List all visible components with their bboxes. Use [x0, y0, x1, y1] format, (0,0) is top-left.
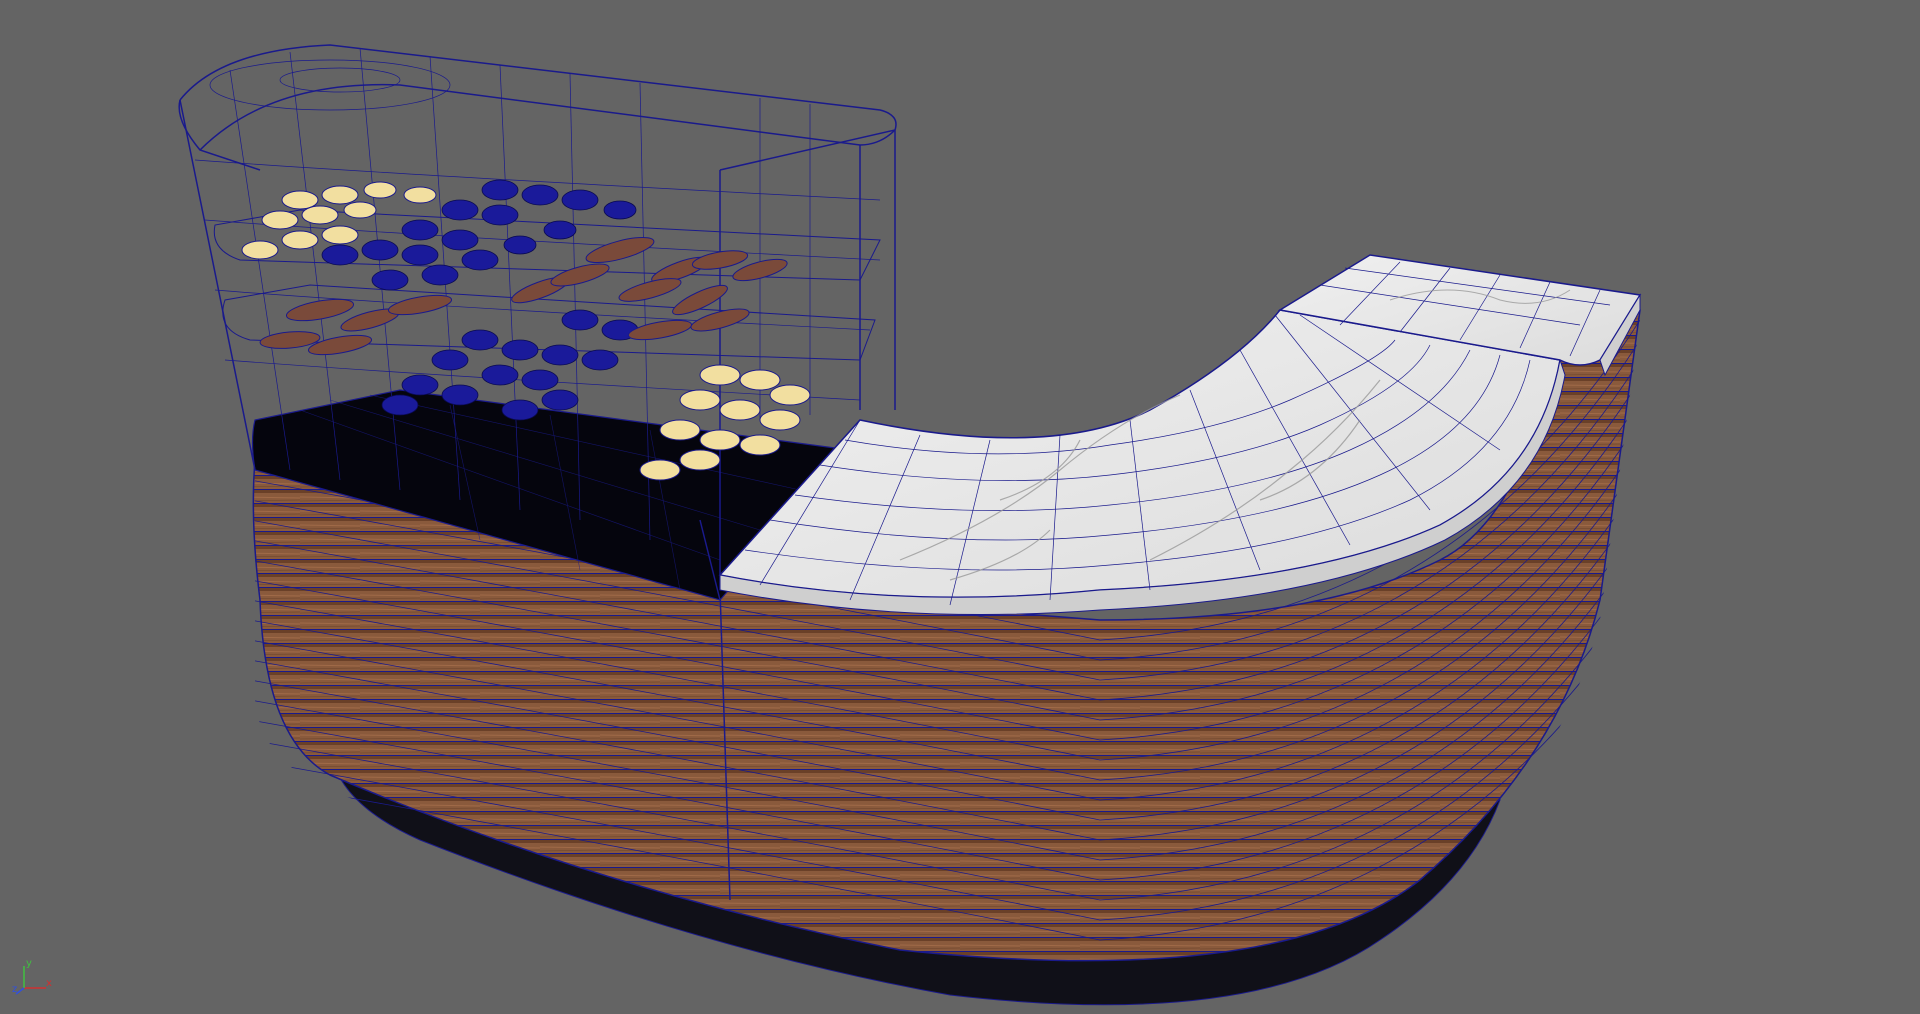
y-axis-label: y: [26, 958, 32, 969]
x-axis-label: x: [46, 978, 52, 989]
marble-countertop: [718, 309, 1561, 599]
bakery-counter-model[interactable]: [0, 0, 1920, 1014]
3d-viewport[interactable]: x y z: [0, 0, 1920, 1014]
z-axis-label: z: [12, 984, 17, 995]
axis-gizmo: x y z: [12, 958, 52, 995]
